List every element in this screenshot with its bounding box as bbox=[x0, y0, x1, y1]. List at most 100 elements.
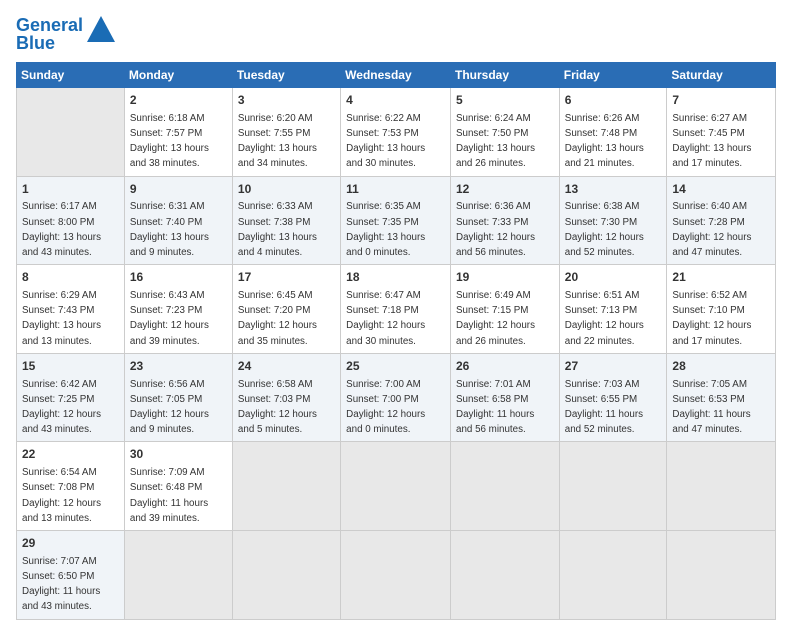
calendar-cell: 26Sunrise: 7:01 AM Sunset: 6:58 PM Dayli… bbox=[451, 353, 560, 442]
day-info: Sunrise: 6:27 AM Sunset: 7:45 PM Dayligh… bbox=[672, 113, 751, 170]
logo: General Blue bbox=[16, 16, 117, 52]
day-number: 14 bbox=[672, 181, 770, 198]
calendar-cell: 6Sunrise: 6:26 AM Sunset: 7:48 PM Daylig… bbox=[559, 88, 667, 177]
calendar-cell: 1Sunrise: 6:17 AM Sunset: 8:00 PM Daylig… bbox=[17, 176, 125, 265]
calendar-week-row: 22 Sunrise: 6:54 AM Sunset: 7:08 PM Dayli… bbox=[17, 442, 776, 531]
header: General Blue bbox=[16, 16, 776, 52]
day-info: Sunrise: 6:58 AM Sunset: 7:03 PM Dayligh… bbox=[238, 379, 317, 436]
day-info: Sunrise: 6:29 AM Sunset: 7:43 PM Dayligh… bbox=[22, 290, 101, 347]
day-number: 28 bbox=[672, 358, 770, 375]
day-number: 18 bbox=[346, 269, 445, 286]
day-info: Sunrise: 6:52 AM Sunset: 7:10 PM Dayligh… bbox=[672, 290, 751, 347]
calendar-cell: 23 Sunrise: 6:56 AM Sunset: 7:05 PM Dayli… bbox=[124, 353, 232, 442]
logo-icon bbox=[85, 14, 117, 46]
day-info: Sunrise: 6:24 AM Sunset: 7:50 PM Dayligh… bbox=[456, 113, 535, 170]
day-number: 8 bbox=[22, 269, 119, 286]
day-info: Sunrise: 6:36 AM Sunset: 7:33 PM Dayligh… bbox=[456, 201, 535, 258]
day-info: Sunrise: 7:07 AM Sunset: 6:50 PM Dayligh… bbox=[22, 556, 100, 613]
calendar-day-header: Tuesday bbox=[232, 63, 340, 88]
day-number: 9 bbox=[130, 181, 227, 198]
calendar-day-header: Wednesday bbox=[341, 63, 451, 88]
calendar-cell bbox=[667, 442, 776, 531]
day-info: Sunrise: 6:42 AM Sunset: 7:25 PM Dayligh… bbox=[22, 379, 101, 436]
page: General Blue SundayMondayTuesdayWednesda… bbox=[0, 0, 792, 612]
day-number: 13 bbox=[565, 181, 662, 198]
calendar-week-row: 2 Sunrise: 6:18 AM Sunset: 7:57 PM Daylig… bbox=[17, 88, 776, 177]
day-number: 27 bbox=[565, 358, 662, 375]
calendar-cell bbox=[559, 531, 667, 620]
calendar-cell: 2 Sunrise: 6:18 AM Sunset: 7:57 PM Daylig… bbox=[124, 88, 232, 177]
day-info: Sunrise: 6:20 AM Sunset: 7:55 PM Dayligh… bbox=[238, 113, 317, 170]
calendar-cell: 19 Sunrise: 6:49 AM Sunset: 7:15 PM Dayli… bbox=[451, 265, 560, 354]
calendar-cell: 10 Sunrise: 6:33 AM Sunset: 7:38 PM Dayli… bbox=[232, 176, 340, 265]
calendar-cell: 13 Sunrise: 6:38 AM Sunset: 7:30 PM Dayli… bbox=[559, 176, 667, 265]
day-info: Sunrise: 6:54 AM Sunset: 7:08 PM Dayligh… bbox=[22, 467, 101, 524]
day-number: 20 bbox=[565, 269, 662, 286]
day-info: Sunrise: 6:33 AM Sunset: 7:38 PM Dayligh… bbox=[238, 201, 317, 258]
calendar-cell: 9Sunrise: 6:31 AM Sunset: 7:40 PM Daylig… bbox=[124, 176, 232, 265]
day-number: 29 bbox=[22, 535, 119, 552]
calendar-cell bbox=[232, 442, 340, 531]
day-info: Sunrise: 6:56 AM Sunset: 7:05 PM Dayligh… bbox=[130, 379, 209, 436]
calendar-header-row: SundayMondayTuesdayWednesdayThursdayFrid… bbox=[17, 63, 776, 88]
calendar-day-header: Friday bbox=[559, 63, 667, 88]
day-info: Sunrise: 7:05 AM Sunset: 6:53 PM Dayligh… bbox=[672, 379, 750, 436]
day-info: Sunrise: 7:09 AM Sunset: 6:48 PM Dayligh… bbox=[130, 467, 208, 524]
calendar-cell: 8 Sunrise: 6:29 AM Sunset: 7:43 PM Daylig… bbox=[17, 265, 125, 354]
calendar-day-header: Thursday bbox=[451, 63, 560, 88]
calendar-cell bbox=[232, 531, 340, 620]
day-info: Sunrise: 6:35 AM Sunset: 7:35 PM Dayligh… bbox=[346, 201, 425, 258]
calendar-cell: 14 Sunrise: 6:40 AM Sunset: 7:28 PM Dayli… bbox=[667, 176, 776, 265]
day-number: 11 bbox=[346, 181, 445, 198]
day-number: 23 bbox=[130, 358, 227, 375]
day-number: 21 bbox=[672, 269, 770, 286]
day-number: 15 bbox=[22, 358, 119, 375]
calendar-cell: 5 Sunrise: 6:24 AM Sunset: 7:50 PM Daylig… bbox=[451, 88, 560, 177]
logo-text: General Blue bbox=[16, 16, 83, 52]
day-info: Sunrise: 6:40 AM Sunset: 7:28 PM Dayligh… bbox=[672, 201, 751, 258]
calendar-cell: 18Sunrise: 6:47 AM Sunset: 7:18 PM Dayli… bbox=[341, 265, 451, 354]
calendar-cell bbox=[341, 442, 451, 531]
day-info: Sunrise: 6:51 AM Sunset: 7:13 PM Dayligh… bbox=[565, 290, 644, 347]
calendar-cell: 20 Sunrise: 6:51 AM Sunset: 7:13 PM Dayli… bbox=[559, 265, 667, 354]
day-info: Sunrise: 6:49 AM Sunset: 7:15 PM Dayligh… bbox=[456, 290, 535, 347]
calendar-cell: 30Sunrise: 7:09 AM Sunset: 6:48 PM Dayli… bbox=[124, 442, 232, 531]
day-info: Sunrise: 6:38 AM Sunset: 7:30 PM Dayligh… bbox=[565, 201, 644, 258]
calendar-cell bbox=[341, 531, 451, 620]
day-number: 17 bbox=[238, 269, 335, 286]
calendar-cell bbox=[559, 442, 667, 531]
calendar-cell: 15 Sunrise: 6:42 AM Sunset: 7:25 PM Dayli… bbox=[17, 353, 125, 442]
day-number: 12 bbox=[456, 181, 554, 198]
day-info: Sunrise: 7:01 AM Sunset: 6:58 PM Dayligh… bbox=[456, 379, 534, 436]
day-info: Sunrise: 6:18 AM Sunset: 7:57 PM Dayligh… bbox=[130, 113, 209, 170]
calendar-cell: 7Sunrise: 6:27 AM Sunset: 7:45 PM Daylig… bbox=[667, 88, 776, 177]
calendar-cell: 17Sunrise: 6:45 AM Sunset: 7:20 PM Dayli… bbox=[232, 265, 340, 354]
day-number: 5 bbox=[456, 92, 554, 109]
day-info: Sunrise: 7:03 AM Sunset: 6:55 PM Dayligh… bbox=[565, 379, 643, 436]
calendar-week-row: 8 Sunrise: 6:29 AM Sunset: 7:43 PM Daylig… bbox=[17, 265, 776, 354]
day-number: 4 bbox=[346, 92, 445, 109]
calendar-cell: 25 Sunrise: 7:00 AM Sunset: 7:00 PM Dayli… bbox=[341, 353, 451, 442]
calendar-cell: 12 Sunrise: 6:36 AM Sunset: 7:33 PM Dayli… bbox=[451, 176, 560, 265]
day-info: Sunrise: 7:00 AM Sunset: 7:00 PM Dayligh… bbox=[346, 379, 425, 436]
calendar-cell: 3Sunrise: 6:20 AM Sunset: 7:55 PM Daylig… bbox=[232, 88, 340, 177]
day-number: 1 bbox=[22, 181, 119, 198]
calendar-week-row: 1Sunrise: 6:17 AM Sunset: 8:00 PM Daylig… bbox=[17, 176, 776, 265]
day-info: Sunrise: 6:26 AM Sunset: 7:48 PM Dayligh… bbox=[565, 113, 644, 170]
day-info: Sunrise: 6:22 AM Sunset: 7:53 PM Dayligh… bbox=[346, 113, 425, 170]
day-number: 19 bbox=[456, 269, 554, 286]
calendar-week-row: 29 Sunrise: 7:07 AM Sunset: 6:50 PM Dayli… bbox=[17, 531, 776, 620]
day-number: 22 bbox=[22, 446, 119, 463]
calendar-day-header: Monday bbox=[124, 63, 232, 88]
calendar-cell: 21 Sunrise: 6:52 AM Sunset: 7:10 PM Dayli… bbox=[667, 265, 776, 354]
calendar-cell: 16Sunrise: 6:43 AM Sunset: 7:23 PM Dayli… bbox=[124, 265, 232, 354]
calendar-day-header: Sunday bbox=[17, 63, 125, 88]
calendar-day-header: Saturday bbox=[667, 63, 776, 88]
day-number: 2 bbox=[130, 92, 227, 109]
calendar-cell: 22 Sunrise: 6:54 AM Sunset: 7:08 PM Dayli… bbox=[17, 442, 125, 531]
day-number: 10 bbox=[238, 181, 335, 198]
day-number: 16 bbox=[130, 269, 227, 286]
calendar-cell: 29 Sunrise: 7:07 AM Sunset: 6:50 PM Dayli… bbox=[17, 531, 125, 620]
day-number: 25 bbox=[346, 358, 445, 375]
day-number: 24 bbox=[238, 358, 335, 375]
